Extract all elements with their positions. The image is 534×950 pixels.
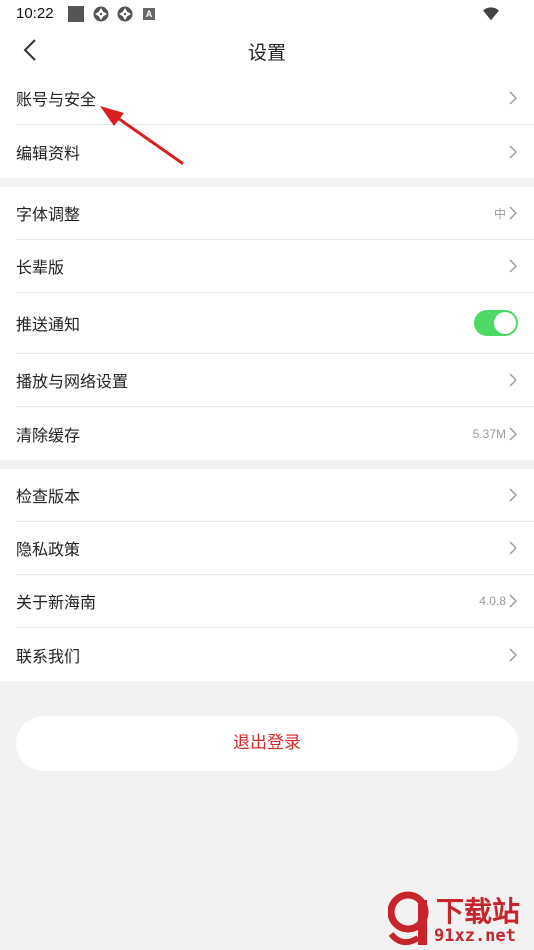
settings-row-check-version[interactable]: 检查版本 (16, 469, 534, 522)
settings-section-about: 检查版本 隐私政策 关于新海南 4.0.8 联系我们 (0, 469, 534, 681)
chevron-right-icon (509, 373, 517, 387)
settings-row-privacy-policy[interactable]: 隐私政策 (16, 522, 534, 575)
chevron-right-icon (509, 427, 517, 440)
watermark-top-text: 下载站 (436, 895, 521, 928)
row-label: 清除缓存 (16, 425, 81, 445)
chevron-right-icon (509, 541, 517, 555)
chevron-right-icon (509, 91, 517, 105)
aperture-icon (117, 6, 133, 22)
toggle-knob (494, 312, 516, 334)
a-letter-icon: A (143, 8, 155, 20)
row-label: 隐私政策 (16, 540, 81, 559)
chevron-right-icon (509, 259, 517, 273)
notification-square-icon (68, 6, 84, 22)
chevron-right-icon (509, 648, 517, 661)
status-bar: 10:22 A (0, 0, 534, 28)
aperture-icon (93, 6, 109, 22)
settings-row-font-size[interactable]: 字体调整 中 (16, 187, 534, 240)
cache-size-value: 5.37M (472, 426, 506, 441)
settings-section-general: 字体调整 中 长辈版 推送通知 播放与网络设置 清除缓存 5.37M (0, 187, 534, 460)
row-label: 账号与安全 (16, 90, 97, 109)
watermark: 下载站 91xz.net (388, 890, 534, 950)
chevron-right-icon (509, 145, 517, 158)
settings-row-playback-network[interactable]: 播放与网络设置 (16, 354, 534, 407)
wifi-icon (483, 7, 499, 21)
row-label: 推送通知 (16, 315, 81, 334)
row-label: 播放与网络设置 (16, 372, 129, 391)
settings-row-edit-profile[interactable]: 编辑资料 (16, 125, 534, 178)
status-time: 10:22 (16, 5, 54, 22)
settings-row-elder-mode[interactable]: 长辈版 (16, 240, 534, 293)
app-version-value: 4.0.8 (479, 594, 506, 608)
settings-row-about[interactable]: 关于新海南 4.0.8 (16, 575, 534, 628)
push-notification-toggle[interactable] (474, 310, 518, 336)
settings-row-account-security[interactable]: 账号与安全 (16, 72, 534, 125)
logout-button[interactable]: 退出登录 (16, 716, 518, 771)
settings-row-clear-cache[interactable]: 清除缓存 5.37M (16, 407, 534, 460)
settings-section-account: 账号与安全 编辑资料 (0, 72, 534, 178)
row-label: 编辑资料 (16, 143, 81, 163)
row-label: 关于新海南 (16, 593, 97, 612)
row-label: 联系我们 (16, 646, 81, 666)
settings-row-contact-us[interactable]: 联系我们 (16, 628, 534, 681)
page-title: 设置 (247, 42, 286, 64)
row-label: 检查版本 (16, 487, 81, 506)
watermark-bottom-text: 91xz.net (434, 926, 516, 946)
chevron-right-icon (509, 594, 517, 608)
chevron-right-icon (509, 206, 517, 220)
header-bar: 设置 (0, 28, 534, 72)
settings-row-push-notification: 推送通知 (16, 293, 534, 354)
row-label: 字体调整 (16, 205, 81, 224)
chevron-right-icon (509, 488, 517, 502)
download-site-logo-icon (388, 891, 429, 946)
font-size-value: 中 (493, 206, 506, 221)
row-label: 长辈版 (16, 258, 65, 277)
